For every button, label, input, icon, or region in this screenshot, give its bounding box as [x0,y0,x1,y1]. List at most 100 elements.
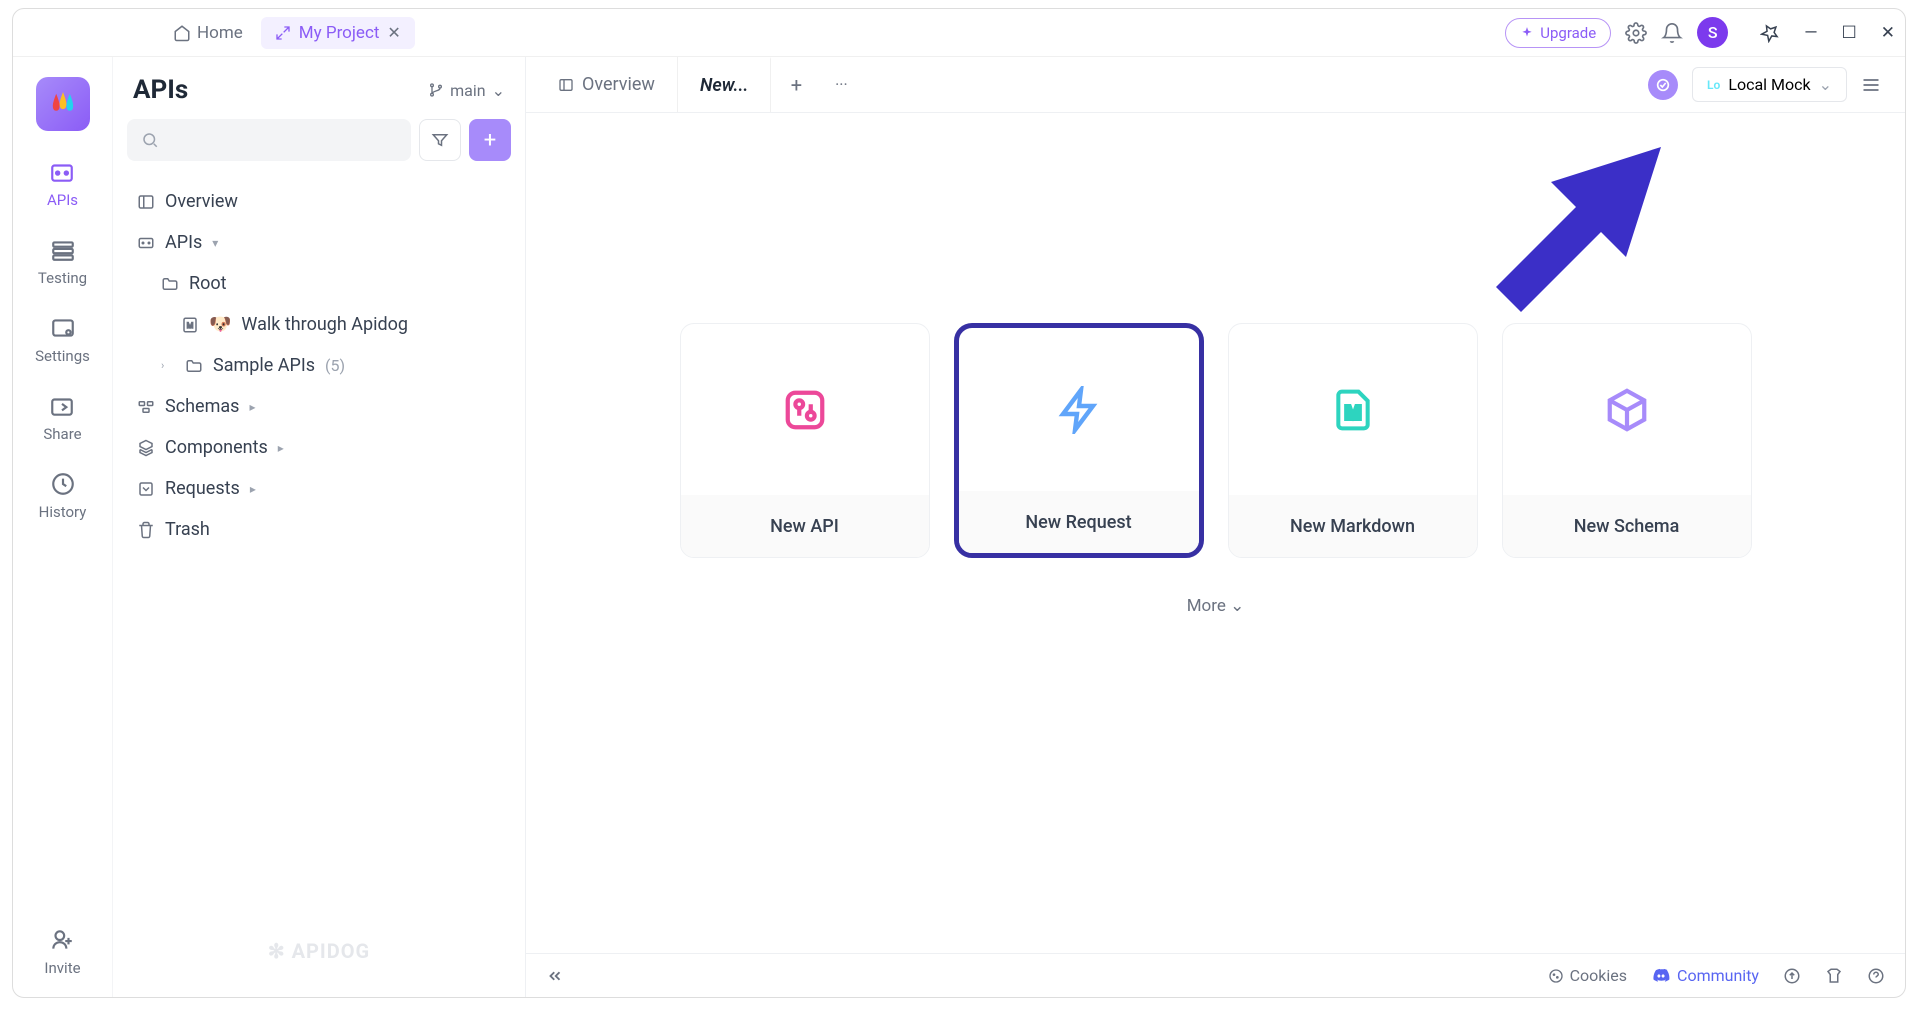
environment-selector[interactable]: Lo Local Mock ⌄ [1692,67,1847,102]
sidebar: APIs main ⌄ + [113,57,526,997]
caret-right-icon: ▸ [249,400,263,414]
share-icon [49,393,75,419]
nav-apis[interactable]: APIs [47,159,78,209]
chevron-down-icon: ⌄ [1230,596,1244,616]
brand-watermark: ✻ APIDOG [113,923,525,979]
home-nav[interactable]: Home [163,17,253,49]
settings-sidebar-icon [50,315,76,341]
new-markdown-icon: M [1331,388,1375,432]
folder-icon [185,357,203,375]
caret-right-icon: ▸ [278,441,292,455]
content-area: Overview New... + ··· Lo Loc [526,57,1905,997]
community-link[interactable]: Community [1651,966,1759,986]
help-icon[interactable] [1867,967,1885,985]
collapse-sidebar-button[interactable] [546,967,564,985]
logo-droplets-icon [46,87,80,121]
caret-right-icon: › [161,359,175,372]
sidebar-add-button[interactable]: + [469,119,511,161]
tree-walk-through[interactable]: M 🐶 Walk through Apidog [127,304,511,345]
tree-apis[interactable]: APIs ▾ [127,222,511,263]
filter-icon [431,131,449,149]
app-logo[interactable] [36,77,90,131]
window-maximize-icon[interactable]: ☐ [1842,23,1857,43]
overview-tab-icon [558,77,574,93]
ellipsis-icon: ··· [835,75,848,94]
upload-icon[interactable] [1783,967,1801,985]
item-count: (5) [325,356,345,375]
tree-trash[interactable]: Trash [127,509,511,550]
tab-overflow-button[interactable]: ··· [821,75,861,94]
cookies-link[interactable]: Cookies [1548,966,1627,985]
new-schema-icon [1604,387,1650,433]
project-tab-label: My Project [299,23,380,43]
home-label: Home [197,23,243,43]
card-new-api[interactable]: New API [680,323,930,558]
filter-button[interactable] [419,119,461,161]
bell-icon[interactable] [1661,22,1683,44]
markdown-doc-icon: M [181,316,199,334]
user-avatar[interactable]: S [1697,17,1728,48]
nav-invite[interactable]: Invite [44,927,80,977]
schemas-icon [137,398,155,416]
dog-emoji-icon: 🐶 [209,314,231,335]
chevron-down-icon: ⌄ [1819,75,1832,94]
more-link[interactable]: More ⌄ [526,596,1905,616]
card-new-request[interactable]: New Request [954,323,1204,558]
invite-icon [49,927,75,953]
card-new-schema[interactable]: New Schema [1502,323,1752,558]
nav-settings[interactable]: Settings [35,315,90,365]
tree-requests[interactable]: Requests ▸ [127,468,511,509]
tree-overview[interactable]: Overview [127,181,511,222]
window-minimize-icon[interactable]: — [1804,23,1817,43]
env-badge-icon[interactable] [1648,70,1678,100]
card-label: New Markdown [1229,495,1477,557]
card-label: New API [681,495,929,557]
nav-share[interactable]: Share [43,393,81,443]
testing-icon [50,237,76,263]
tree-schemas[interactable]: Schemas ▸ [127,386,511,427]
card-label: New Request [959,491,1199,553]
tab-new[interactable]: New... [678,57,771,112]
chevron-double-left-icon [546,967,564,985]
discord-icon [1651,966,1671,986]
chevron-down-icon: ⌄ [492,81,505,100]
window-close-icon[interactable]: ✕ [1881,23,1895,43]
panel-menu-button[interactable] [1861,75,1881,95]
sidebar-title: APIs [133,75,188,105]
git-branch-icon [428,82,444,98]
requests-icon [137,480,155,498]
sidebar-search-input[interactable] [127,119,411,161]
add-tab-button[interactable]: + [771,73,821,97]
env-badge-text: Lo [1707,78,1720,92]
apis-icon [49,159,75,185]
settings-gear-icon[interactable] [1625,22,1647,44]
cookie-icon [1548,968,1564,984]
project-tab[interactable]: My Project ✕ [261,17,415,49]
home-icon [173,24,191,42]
plus-icon: + [484,128,496,153]
search-icon [141,131,159,149]
history-icon [50,471,76,497]
tree-sample-apis[interactable]: › Sample APIs (5) [127,345,511,386]
upgrade-button[interactable]: Upgrade [1505,18,1611,48]
apis-tree-icon [137,234,155,252]
project-icon [275,25,291,41]
folder-icon [161,275,179,293]
components-icon [137,439,155,457]
pin-icon[interactable] [1760,23,1780,43]
svg-text:M: M [1344,403,1360,424]
trash-icon [137,521,155,539]
tree-root-folder[interactable]: Root [127,263,511,304]
branch-selector[interactable]: main ⌄ [428,81,505,100]
caret-right-icon: ▸ [250,482,264,496]
nav-testing[interactable]: Testing [38,237,87,287]
menu-icon [1861,75,1881,95]
shirt-icon[interactable] [1825,967,1843,985]
card-new-markdown[interactable]: M New Markdown [1228,323,1478,558]
new-api-icon [782,387,828,433]
project-tab-close-icon[interactable]: ✕ [387,23,400,42]
nav-history[interactable]: History [39,471,87,521]
tab-overview[interactable]: Overview [536,57,678,112]
tree-components[interactable]: Components ▸ [127,427,511,468]
annotation-arrow-icon [1466,117,1686,337]
